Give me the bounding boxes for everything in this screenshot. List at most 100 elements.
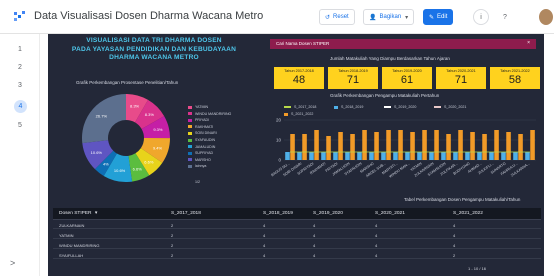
bar-2018-2019[interactable]: [513, 152, 518, 160]
pie-legend-label: SYAFAUDIN: [195, 138, 216, 142]
bar-2021-2022[interactable]: [446, 134, 451, 160]
pie-legend-item[interactable]: MARSHO: [188, 158, 211, 162]
edit-button[interactable]: ✎ Edit: [423, 9, 454, 25]
bar-2018-2019[interactable]: [321, 152, 326, 160]
top-bar: Data Visualisasi Dosen Dharma Wacana Met…: [0, 0, 554, 34]
table-cell: 2: [171, 252, 174, 258]
bar-2021-2022[interactable]: [422, 130, 427, 160]
pie-legend-pager[interactable]: 1/2: [195, 180, 200, 184]
bar-2021-2022[interactable]: [434, 130, 439, 160]
courses-bar-chart[interactable]: 20100BAGUS NU...SOBI DINARISUPRIYADIRAKH…: [270, 116, 540, 196]
help-button[interactable]: ?: [497, 9, 513, 25]
sort-icon[interactable]: ▾: [95, 211, 97, 216]
bar-2021-2022[interactable]: [494, 130, 499, 160]
page-item-2[interactable]: 2: [0, 64, 40, 71]
bar-2021-2022[interactable]: [314, 130, 319, 160]
bar-2018-2019[interactable]: [441, 152, 446, 160]
page-item-5[interactable]: 5: [0, 122, 40, 129]
bar-2021-2022[interactable]: [410, 132, 415, 160]
bar-legend-item[interactable]: S_2019_2020: [384, 105, 416, 109]
bar-2021-2022[interactable]: [458, 130, 463, 160]
bar-legend-item[interactable]: S_2020_2021: [434, 105, 466, 109]
pie-legend-label: YATMIN: [195, 105, 209, 109]
bar-2018-2019[interactable]: [309, 152, 314, 160]
table-pager[interactable]: 1 - 10 / 16: [468, 266, 486, 271]
bar-2021-2022[interactable]: [386, 130, 391, 160]
bar-legend-item[interactable]: S_2018_2019: [334, 105, 363, 109]
bar-2018-2019[interactable]: [357, 152, 362, 160]
research-pie-chart[interactable]: 8.3% 8.3% 9.3% 9.4% 6.6%6.6% 10.6% 4% 10.6% 26.7…: [78, 90, 174, 186]
bar-2021-2022[interactable]: [530, 130, 535, 160]
column-header-2020[interactable]: S_2020_2021: [375, 211, 405, 216]
year-scorecard-value: 71: [454, 74, 468, 86]
share-icon: 👤: [369, 14, 377, 21]
table-row[interactable]: WINDU MANDRIRING 2 4 4 4 4: [53, 241, 541, 249]
table-cell: WINDU MANDRIRING: [59, 242, 100, 248]
pie-slice-label: 8.3%: [145, 112, 155, 117]
bar-legend-label: S_2019_2020: [394, 105, 417, 109]
bar-2021-2022[interactable]: [362, 130, 367, 160]
bar-2021-2022[interactable]: [302, 134, 307, 160]
pie-legend-item[interactable]: JAMALUDIN: [188, 145, 215, 149]
bar-2021-2022[interactable]: [374, 132, 379, 160]
column-header-dosen[interactable]: Dosen STIPER ▾: [59, 211, 97, 216]
lecturer-search-filter[interactable]: Cari Nama Dosen STIPER ×: [270, 39, 536, 49]
bar-legend-item[interactable]: S_2017_2018: [284, 105, 316, 109]
page-item-1[interactable]: 1: [0, 46, 40, 53]
table-row[interactable]: SYAIFULLAH 2 4 4 4 2: [53, 251, 541, 259]
bar-2018-2019[interactable]: [333, 152, 338, 160]
bar-2021-2022[interactable]: [482, 134, 487, 160]
bar-2018-2019[interactable]: [285, 152, 290, 160]
share-button[interactable]: 👤 Bagikan ▾: [363, 9, 415, 25]
info-button[interactable]: i: [473, 9, 489, 25]
pie-legend-item[interactable]: WINDU MANDRIRING: [188, 112, 231, 116]
pie-legend-item[interactable]: SYAFAUDIN: [188, 138, 215, 142]
bar-2018-2019[interactable]: [381, 152, 386, 160]
bar-2021-2022[interactable]: [338, 132, 343, 160]
column-header-2018[interactable]: S_2018_2019: [263, 211, 293, 216]
bar-2018-2019[interactable]: [417, 152, 422, 160]
legend-swatch: [384, 106, 391, 108]
bar-legend-label: S_2018_2019: [341, 105, 364, 109]
bar-2018-2019[interactable]: [297, 152, 302, 160]
close-icon[interactable]: ×: [527, 40, 530, 46]
courses-title: Jumlah Matakuliah Yang Diampu Berdasarka…: [330, 56, 450, 61]
bar-2018-2019[interactable]: [477, 152, 482, 160]
bar-2018-2019[interactable]: [501, 152, 506, 160]
pie-legend-item[interactable]: SOBI DINARI: [188, 131, 217, 135]
bar-2018-2019[interactable]: [525, 152, 530, 160]
pie-legend-item[interactable]: YATMIN: [188, 105, 208, 109]
bar-2021-2022[interactable]: [326, 136, 331, 160]
year-scorecard: Tahun 2018-2019 71: [328, 67, 378, 89]
pie-legend-item[interactable]: lainnya: [188, 164, 206, 168]
bar-2018-2019[interactable]: [489, 152, 494, 160]
bar-2021-2022[interactable]: [350, 134, 355, 160]
bar-2021-2022[interactable]: [398, 130, 403, 160]
table-row[interactable]: ZULKARNAIN 2 4 4 4 4: [53, 221, 541, 229]
column-header-2019[interactable]: S_2019_2020: [313, 211, 343, 216]
avatar[interactable]: [539, 9, 553, 25]
bar-2018-2019[interactable]: [465, 152, 470, 160]
bar-2021-2022[interactable]: [518, 134, 523, 160]
reset-button[interactable]: ↺ Reset: [319, 9, 355, 25]
pie-legend-item[interactable]: PRIYADI: [188, 118, 209, 122]
pie-legend-item[interactable]: RAKHMATI: [188, 125, 213, 129]
share-dropdown-icon[interactable]: ▾: [405, 14, 408, 21]
page-item-4-active[interactable]: 4: [14, 100, 27, 113]
table-row[interactable]: YATMIN 2 4 4 4 4: [53, 231, 541, 239]
table-cell: YATMIN: [59, 232, 74, 238]
bar-2018-2019[interactable]: [369, 152, 374, 160]
bar-2018-2019[interactable]: [429, 152, 434, 160]
pie-legend-item[interactable]: SUPRIYAD: [188, 151, 213, 155]
column-header-2021[interactable]: S_2021_2022: [453, 211, 483, 216]
bar-2021-2022[interactable]: [506, 132, 511, 160]
bar-2018-2019[interactable]: [345, 152, 350, 160]
expand-sidebar-icon[interactable]: >: [10, 258, 15, 268]
bar-2021-2022[interactable]: [470, 132, 475, 160]
column-header-2017[interactable]: S_2017_2018: [171, 211, 201, 216]
bar-2018-2019[interactable]: [393, 152, 398, 160]
bar-2018-2019[interactable]: [453, 152, 458, 160]
bar-2018-2019[interactable]: [405, 152, 410, 160]
page-item-3[interactable]: 3: [0, 82, 40, 89]
bar-2021-2022[interactable]: [290, 134, 295, 160]
